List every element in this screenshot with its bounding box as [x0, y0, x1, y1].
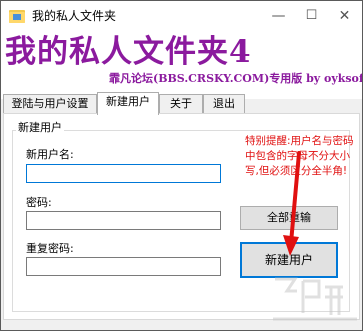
- tab-new-user[interactable]: 新建用户: [97, 92, 159, 115]
- confirm-password-label: 重复密码:: [26, 242, 74, 255]
- close-button[interactable]: ✕: [328, 1, 361, 31]
- folder-icon: [9, 10, 25, 23]
- watermark-logo-icon: [273, 277, 357, 321]
- title-bar[interactable]: 我的私人文件夹 — ☐ ✕: [1, 1, 362, 31]
- banner-subtitle: 霏凡论坛(BBS.CRSKY.COM)专用版 by oyksoft: [109, 72, 363, 85]
- red-arrow-icon: [283, 151, 301, 256]
- minimize-button[interactable]: —: [262, 1, 295, 31]
- username-label: 新用户名:: [26, 148, 74, 161]
- tab-about[interactable]: 关于: [159, 94, 203, 114]
- window-title: 我的私人文件夹: [32, 9, 117, 23]
- confirm-password-field[interactable]: [26, 257, 221, 276]
- password-field[interactable]: [26, 211, 221, 230]
- group-title: 新建用户: [16, 119, 64, 135]
- password-label: 密码:: [26, 196, 52, 209]
- username-field[interactable]: [26, 164, 221, 183]
- maximize-button[interactable]: ☐: [295, 1, 328, 31]
- tab-exit[interactable]: 退出: [203, 94, 245, 114]
- tab-login-settings[interactable]: 登陆与用户设置: [3, 94, 97, 114]
- banner: 我的私人文件夹4 霏凡论坛(BBS.CRSKY.COM)专用版 by oykso…: [1, 31, 362, 99]
- banner-title: 我的私人文件夹4: [5, 34, 252, 70]
- app-window: 我的私人文件夹 — ☐ ✕ 我的私人文件夹4 霏凡论坛(BBS.CRSKY.CO…: [0, 0, 363, 331]
